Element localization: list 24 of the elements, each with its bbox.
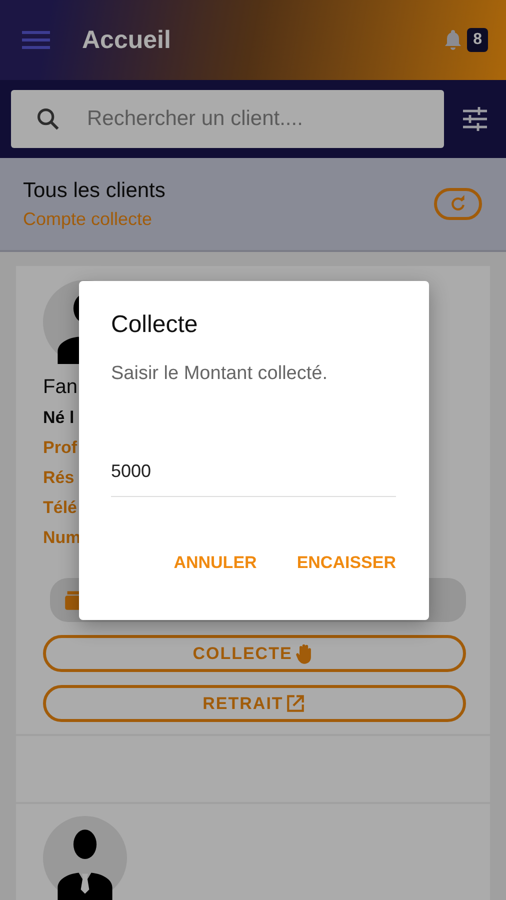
filter-icon[interactable] <box>462 107 488 131</box>
birth-date: Né l <box>43 408 74 428</box>
dialog-button[interactable]: ANNULER <box>164 547 267 579</box>
action-button[interactable]: COLLECTE <box>43 635 466 672</box>
bell-icon[interactable] <box>443 29 464 51</box>
page-title: Accueil <box>82 26 171 54</box>
refresh-icon <box>449 195 467 213</box>
menu-icon[interactable] <box>22 30 50 50</box>
search-icon <box>35 106 61 132</box>
dialog-button[interactable]: ENCAISSER <box>286 547 406 579</box>
section-title: Tous les clients <box>23 178 166 202</box>
dialog-title: Collecte <box>111 311 199 339</box>
client-detail: Télé <box>43 498 78 518</box>
dialog-message: Saisir le Montant collecté. <box>111 363 328 385</box>
notification-badge: 8 <box>467 28 488 52</box>
external-link-icon <box>285 693 306 714</box>
client-name: Fan <box>43 376 78 399</box>
search-field[interactable]: Rechercher un client.... <box>11 90 444 148</box>
client-detail: Num <box>43 528 81 548</box>
action-button[interactable]: RETRAIT <box>43 685 466 722</box>
refresh-button[interactable] <box>434 188 482 220</box>
section-subtitle: Compte collecte <box>23 208 154 230</box>
client-detail: Prof <box>43 438 77 458</box>
client-detail: Rés <box>43 468 74 488</box>
